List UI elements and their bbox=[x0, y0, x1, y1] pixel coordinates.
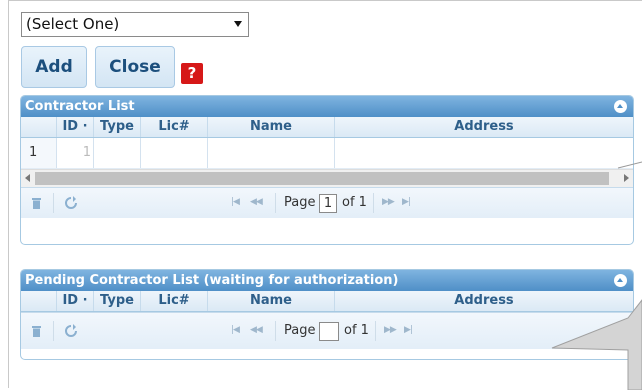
first-page-icon[interactable]: |◀ bbox=[231, 325, 240, 335]
column-header-name[interactable]: Name bbox=[208, 117, 335, 137]
column-header-id[interactable]: ID · bbox=[57, 117, 94, 137]
type-cell bbox=[94, 138, 141, 168]
page-total: of 1 bbox=[342, 195, 367, 210]
prev-page-icon[interactable]: ◀◀ bbox=[250, 325, 263, 335]
last-page-icon[interactable]: ▶| bbox=[404, 325, 413, 335]
contractor-list-columns: ID · Type Lic# Name Address bbox=[21, 117, 633, 138]
first-page-icon[interactable]: |◀ bbox=[231, 197, 240, 207]
close-button[interactable]: Close bbox=[95, 46, 175, 88]
page-input[interactable] bbox=[319, 322, 339, 341]
pending-list-title: Pending Contractor List (waiting for aut… bbox=[25, 273, 399, 288]
column-header-address[interactable]: Address bbox=[335, 117, 633, 137]
tooltip-callout bbox=[551, 161, 642, 390]
column-header-id[interactable]: ID · bbox=[57, 291, 94, 311]
last-page-icon[interactable]: ▶| bbox=[402, 197, 411, 207]
prev-page-icon[interactable]: ◀◀ bbox=[250, 197, 263, 207]
next-page-icon[interactable]: ▶▶ bbox=[384, 325, 397, 335]
page-input[interactable]: 1 bbox=[319, 194, 337, 213]
column-header-lic[interactable]: Lic# bbox=[141, 291, 208, 311]
trash-icon[interactable] bbox=[32, 197, 41, 209]
add-button[interactable]: Add bbox=[21, 46, 87, 88]
page-label: Page bbox=[284, 323, 316, 338]
id-cell: 1 bbox=[57, 138, 94, 168]
column-header-lic[interactable]: Lic# bbox=[141, 117, 208, 137]
help-icon[interactable]: ? bbox=[181, 63, 203, 84]
row-number-column bbox=[21, 117, 57, 137]
row-number-column bbox=[21, 291, 57, 311]
refresh-icon[interactable] bbox=[64, 324, 78, 338]
contractor-select[interactable]: (Select One) bbox=[21, 12, 249, 37]
page-label: Page bbox=[284, 195, 316, 210]
lic-cell bbox=[141, 138, 208, 168]
scrollbar-thumb[interactable] bbox=[35, 172, 609, 185]
row-number: 1 bbox=[21, 138, 57, 168]
column-header-type[interactable]: Type bbox=[94, 117, 141, 137]
contractor-list-header: Contractor List bbox=[21, 96, 633, 117]
page-total: of 1 bbox=[344, 323, 369, 338]
select-value: (Select One) bbox=[26, 15, 120, 33]
column-header-name[interactable]: Name bbox=[208, 291, 335, 311]
column-header-type[interactable]: Type bbox=[94, 291, 141, 311]
trash-icon[interactable] bbox=[32, 325, 41, 337]
contractor-list-title: Contractor List bbox=[25, 99, 135, 114]
refresh-icon[interactable] bbox=[64, 196, 78, 210]
chevron-down-icon bbox=[234, 21, 242, 27]
scroll-left-icon[interactable] bbox=[25, 174, 30, 182]
collapse-icon[interactable] bbox=[614, 100, 627, 113]
name-cell bbox=[208, 138, 335, 168]
next-page-icon[interactable]: ▶▶ bbox=[382, 197, 395, 207]
